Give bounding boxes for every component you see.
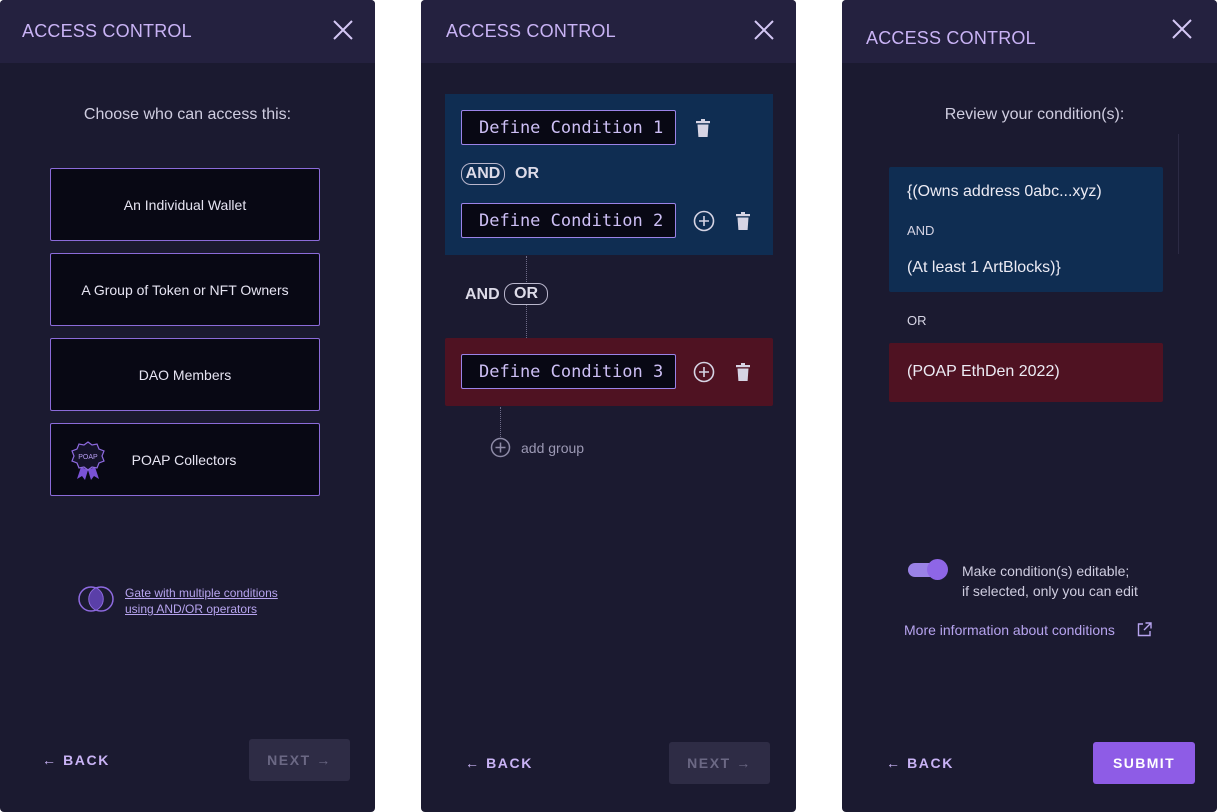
connector-line (500, 407, 501, 437)
between-or-toggle[interactable]: OR (504, 283, 548, 305)
next-button[interactable]: NEXT → (669, 742, 770, 784)
option-label: DAO Members (138, 366, 232, 383)
external-link-icon[interactable] (1137, 622, 1152, 642)
between-and-toggle[interactable]: AND (465, 286, 502, 304)
condition-2-input[interactable]: Define Condition 2 (461, 203, 676, 238)
editable-toggle[interactable] (908, 559, 948, 581)
trash-icon[interactable] (696, 119, 710, 142)
review-operator: AND (907, 223, 935, 238)
venn-icon (78, 585, 114, 613)
svg-text:POAP: POAP (78, 454, 98, 461)
editable-label: Make condition(s) editable; if selected,… (962, 561, 1138, 601)
group1-and-toggle[interactable]: AND (461, 163, 505, 185)
add-circle-icon[interactable] (693, 361, 715, 388)
access-control-panel-review: ACCESS CONTROL Review your condition(s):… (842, 0, 1217, 812)
access-control-panel-builder: ACCESS CONTROL Define Condition 1 AND OR… (421, 0, 796, 812)
option-poap-collectors[interactable]: POAP POAP Collectors (50, 423, 320, 496)
back-button[interactable]: ← BACK (886, 755, 954, 771)
review-between-operator: OR (907, 313, 927, 328)
more-info-link[interactable]: More information about conditions (904, 622, 1115, 638)
trash-icon[interactable] (736, 212, 750, 235)
review-group-2: (POAP EthDen 2022) (889, 343, 1163, 402)
link-line-2: using AND/OR operators (125, 602, 258, 616)
next-button[interactable]: NEXT → (249, 739, 350, 781)
back-button[interactable]: ← BACK (42, 752, 110, 768)
multiple-conditions-link[interactable]: Gate with multiple conditions using AND/… (125, 585, 278, 617)
close-icon[interactable] (333, 20, 353, 40)
back-button[interactable]: ← BACK (465, 755, 533, 771)
panel-header: ACCESS CONTROL (842, 0, 1217, 63)
review-line: (At least 1 ArtBlocks)} (907, 259, 1061, 276)
add-group-icon[interactable] (490, 437, 511, 463)
editable-label-line-2: if selected, only you can edit (962, 583, 1138, 599)
option-label: A Group of Token or NFT Owners (81, 281, 289, 298)
close-icon[interactable] (754, 20, 774, 40)
panel-title: ACCESS CONTROL (446, 21, 616, 41)
option-dao-members[interactable]: DAO Members (50, 338, 320, 411)
review-line: {(Owns address 0abc...xyz) (907, 183, 1102, 200)
option-token-nft-owners[interactable]: A Group of Token or NFT Owners (50, 253, 320, 326)
condition-3-input[interactable]: Define Condition 3 (461, 354, 676, 389)
option-individual-wallet[interactable]: An Individual Wallet (50, 168, 320, 241)
panel-title: ACCESS CONTROL (866, 28, 1036, 48)
submit-button[interactable]: SUBMIT (1093, 742, 1195, 784)
panel-header: ACCESS CONTROL (421, 0, 796, 63)
condition-group-1: Define Condition 1 AND OR Define Conditi… (445, 94, 773, 255)
trash-icon[interactable] (736, 363, 750, 386)
toggle-knob (927, 559, 948, 580)
panel-header: ACCESS CONTROL (0, 0, 375, 63)
access-control-panel-choose: ACCESS CONTROL Choose who can access thi… (0, 0, 375, 812)
poap-badge-icon: POAP (71, 441, 105, 481)
condition-group-2: Define Condition 3 (445, 338, 773, 406)
group1-or-toggle[interactable]: OR (515, 165, 539, 183)
close-icon[interactable] (1172, 19, 1192, 39)
review-heading: Review your condition(s): (944, 106, 1125, 123)
add-circle-icon[interactable] (693, 210, 715, 237)
option-label: POAP Collectors (131, 451, 237, 468)
add-group-button[interactable]: add group (521, 440, 584, 456)
scrollbar-track[interactable] (1178, 134, 1179, 254)
choose-heading: Choose who can access this: (83, 106, 292, 123)
editable-label-line-1: Make condition(s) editable; (962, 563, 1130, 579)
link-line-1: Gate with multiple conditions (125, 586, 278, 600)
option-label: An Individual Wallet (123, 196, 247, 213)
review-group-1: {(Owns address 0abc...xyz) AND (At least… (889, 167, 1163, 292)
panel-title: ACCESS CONTROL (22, 21, 192, 41)
condition-1-input[interactable]: Define Condition 1 (461, 110, 676, 145)
review-line: (POAP EthDen 2022) (907, 363, 1060, 380)
